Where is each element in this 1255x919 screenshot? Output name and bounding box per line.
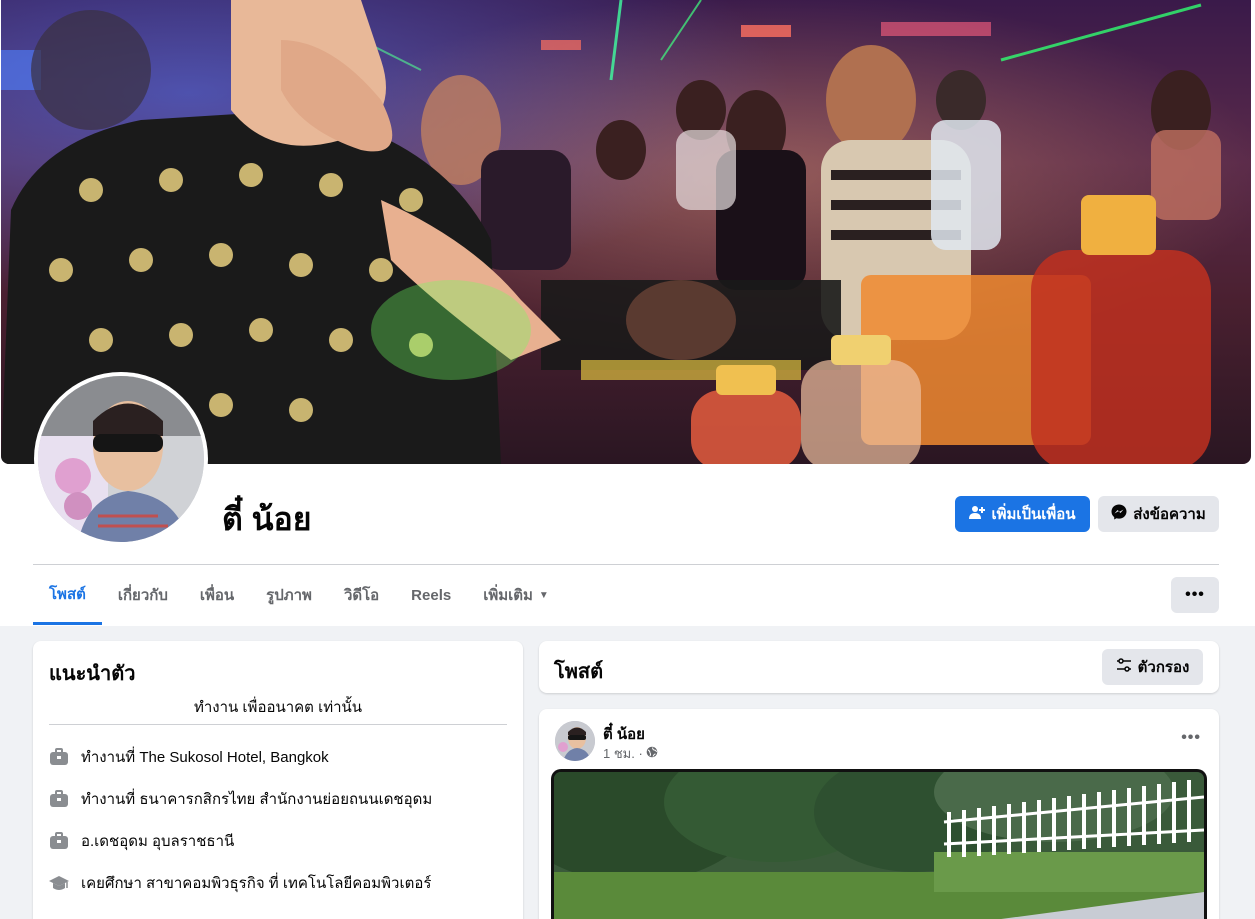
tab-photos[interactable]: รูปภาพ [250, 566, 328, 624]
intro-item-work-3: อ.เดชอุดม อุบลราชธานี [49, 829, 234, 853]
intro-title: แนะนำตัว [49, 663, 136, 685]
intro-item-education: เคยศึกษา สาขาคอมพิวธุรกิจ ที่ เทคโนโลยีค… [49, 871, 431, 895]
profile-tabs: โพสต์ เกี่ยวกับ เพื่อน รูปภาพ วิดีโอ Ree… [33, 566, 565, 626]
post-time[interactable]: 1 ชม. · [603, 743, 643, 764]
tab-reels-label: Reels [411, 586, 452, 604]
tab-posts-label: โพสต์ [49, 586, 86, 603]
tab-about[interactable]: เกี่ยวกับ [102, 566, 184, 624]
posts-header-card: โพสต์ ตัวกรอง [539, 641, 1219, 693]
add-friend-label: เพิ่มเป็นเพื่อน [991, 506, 1076, 523]
intro-item-text: อ.เดชอุดม อุบลราชธานี [81, 833, 235, 850]
tab-posts[interactable]: โพสต์ [33, 566, 102, 625]
caret-down-icon: ▼ [538, 589, 549, 601]
tab-about-label: เกี่ยวกับ [117, 587, 168, 604]
filter-label: ตัวกรอง [1137, 659, 1190, 676]
messenger-icon [1111, 504, 1127, 524]
tab-friends-label: เพื่อน [199, 587, 235, 604]
tab-photos-label: รูปภาพ [266, 587, 312, 604]
profile-avatar[interactable] [34, 372, 208, 546]
post-image-scene [554, 772, 1204, 919]
tab-friends[interactable]: เพื่อน [184, 566, 250, 624]
posts-title: โพสต์ [554, 661, 604, 683]
filter-button[interactable]: ตัวกรอง [1102, 649, 1203, 685]
globe-icon[interactable] [646, 746, 658, 761]
post-card: ตี๋ น้อย 1 ชม. · ••• [539, 709, 1219, 919]
header-divider [33, 564, 1219, 565]
intro-card: แนะนำตัว ทำงาน เพื่ออนาคต เท่านั้น ทำงาน… [33, 641, 523, 919]
briefcase-icon [49, 747, 69, 767]
add-friend-button[interactable]: เพิ่มเป็นเพื่อน [955, 496, 1090, 532]
intro-item-text: ทำงานที่ The Sukosol Hotel, Bangkok [81, 749, 329, 766]
post-author-avatar[interactable] [555, 721, 595, 761]
tab-reels[interactable]: Reels [395, 566, 467, 624]
cover-photo[interactable] [1, 0, 1251, 464]
intro-item-text: เคยศึกษา สาขาคอมพิวธุรกิจ ที่ เทคโนโลยีค… [81, 875, 432, 892]
post-image[interactable] [551, 769, 1207, 919]
intro-item-work-2: ทำงานที่ ธนาคารกสิกรไทย สำนักงานย่อยถนนเ… [49, 787, 432, 811]
tab-videos-label: วิดีโอ [343, 587, 380, 604]
post-meta: 1 ชม. · [603, 743, 658, 764]
intro-item-work-1: ทำงานที่ The Sukosol Hotel, Bangkok [49, 745, 329, 769]
message-label: ส่งข้อความ [1133, 506, 1206, 523]
filter-icon [1116, 657, 1132, 677]
message-button[interactable]: ส่งข้อความ [1098, 496, 1219, 532]
tab-more-label: เพิ่มเติม [483, 587, 533, 604]
intro-item-text: ทำงานที่ ธนาคารกสิกรไทย สำนักงานย่อยถนนเ… [81, 791, 433, 808]
graduation-cap-icon [49, 873, 69, 893]
briefcase-icon [49, 789, 69, 809]
tab-more[interactable]: เพิ่มเติม ▼ [467, 566, 565, 624]
post-more-button[interactable]: ••• [1181, 729, 1201, 747]
intro-divider [49, 724, 507, 725]
briefcase-icon [49, 831, 69, 851]
cover-photo-scene [1, 0, 1221, 464]
tab-videos[interactable]: วิดีโอ [328, 566, 395, 624]
add-friend-icon [969, 504, 986, 524]
profile-name: ตี๋ น้อย [222, 501, 312, 537]
profile-avatar-image [38, 376, 204, 542]
profile-more-button[interactable]: ••• [1171, 577, 1219, 613]
intro-bio: ทำงาน เพื่ออนาคต เท่านั้น [193, 699, 363, 716]
